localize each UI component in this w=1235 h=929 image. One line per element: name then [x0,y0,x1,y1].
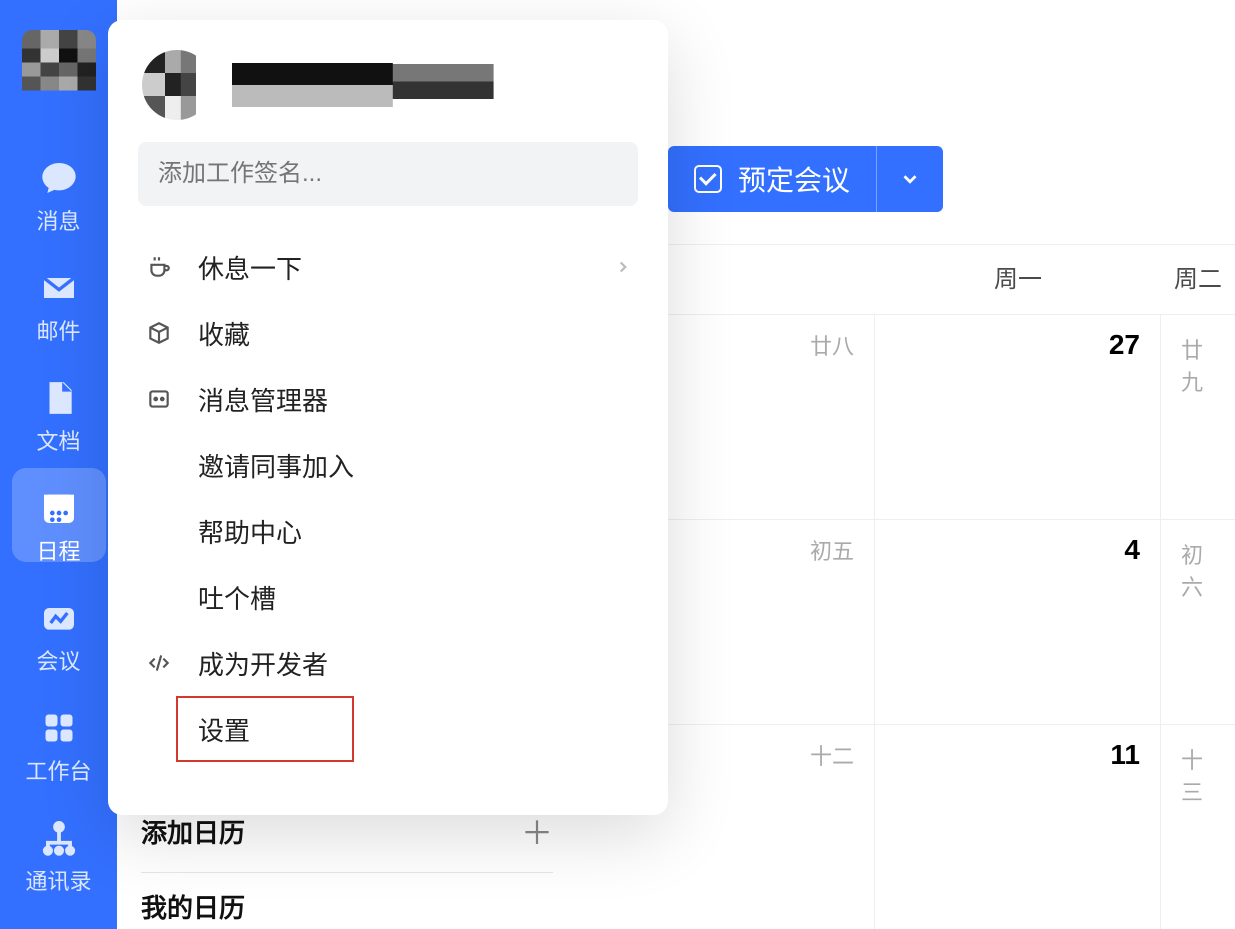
lunar-label: 十三 [1181,743,1203,929]
menu-item-feedback[interactable]: 吐个槽 [122,564,654,630]
nav-item-workbench[interactable]: 工作台 [0,694,117,804]
nav-item-calendar[interactable]: 日程 [0,474,117,584]
nav-label: 文档 [36,424,80,456]
checkbox-checked-icon [694,165,722,193]
calendar-cell[interactable]: 11 [875,725,1161,929]
menu-item-message-manager[interactable]: 消息管理器 [122,366,654,432]
nav-label: 日程 [36,534,80,566]
menu-item-help[interactable]: 帮助中心 [122,498,654,564]
calendar-icon [39,488,79,528]
box-icon [144,320,174,346]
my-calendar-row[interactable]: 我的日历 [141,888,553,925]
day-number: 4 [1124,534,1140,724]
chat-bubble-icon [39,158,79,198]
nav-rail: 消息 邮件 文档 日程 会议 工作台 通讯录 [0,0,117,929]
add-calendar-row[interactable]: 添加日历 ＋ [141,808,553,873]
calendar-cell[interactable]: 初六5 [1161,520,1235,724]
code-icon [144,650,174,676]
book-meeting-main[interactable]: 预定会议 [668,146,877,212]
envelope-icon [39,268,79,308]
menu-item-label: 设置 [198,711,250,748]
user-display-name [232,63,634,107]
book-meeting-button[interactable]: 预定会议 [668,146,943,212]
calendar-cell[interactable]: 4 [875,520,1161,724]
menu-item-label: 休息一下 [198,249,302,286]
calendar-row: 初五 4 初六5 [590,520,1235,725]
weekday-tue: 周二 [1161,245,1235,315]
lunar-label: 廿八 [810,329,854,519]
org-chart-icon [39,818,79,858]
menu-item-settings[interactable]: 设置 [176,696,354,762]
calendar-cell[interactable]: 十三12 [1161,725,1235,929]
calendar-cell[interactable]: 廿九28 [1161,315,1235,519]
user-avatar[interactable] [22,30,96,104]
chevron-down-icon [899,168,921,190]
calendar-toolbar: 预定会议 [668,146,943,212]
nav-label: 通讯录 [25,864,91,896]
menu-item-label: 吐个槽 [198,579,276,616]
nav-item-contacts[interactable]: 通讯录 [0,804,117,914]
lunar-label: 十二 [810,739,854,929]
meeting-icon [39,598,79,638]
menu-item-label: 帮助中心 [198,513,302,550]
lunar-label: 廿九 [1181,333,1203,519]
my-calendar-label: 我的日历 [141,893,245,923]
user-menu-popover: 休息一下 收藏 消息管理器 邀请同事加入 帮助中心 吐个槽 [108,20,668,815]
menu-item-label: 成为开发者 [198,645,328,682]
user-menu-list: 休息一下 收藏 消息管理器 邀请同事加入 帮助中心 吐个槽 [122,234,654,762]
book-meeting-dropdown[interactable] [877,168,943,190]
book-meeting-label: 预定会议 [738,159,850,199]
menu-item-favorites[interactable]: 收藏 [122,300,654,366]
nav-label: 会议 [36,644,80,676]
nav-item-messages[interactable]: 消息 [0,144,117,254]
menu-item-label: 邀请同事加入 [198,447,354,484]
calendar-header: 周一 周二 [590,245,1235,315]
calendar-row: 十二 11 十三12 [590,725,1235,929]
nav-item-mail[interactable]: 邮件 [0,254,117,364]
nav-item-meeting[interactable]: 会议 [0,584,117,694]
user-profile-row[interactable] [122,50,654,142]
day-number: 11 [1110,739,1140,929]
calendar-row: 廿八 27 廿九28 [590,315,1235,520]
work-signature-input[interactable] [138,142,638,206]
lunar-label: 初六 [1181,538,1203,724]
avatar-icon [142,50,212,120]
grid-icon [39,708,79,748]
nav-label: 工作台 [25,754,91,786]
cup-icon [144,254,174,280]
nav-item-docs[interactable]: 文档 [0,364,117,474]
nav-label: 消息 [36,204,80,236]
menu-item-rest[interactable]: 休息一下 [122,234,654,300]
day-number: 27 [1109,329,1140,519]
msgmgr-icon [144,386,174,412]
menu-item-label: 收藏 [198,315,250,352]
lunar-label: 初五 [810,534,854,724]
calendar-cell[interactable]: 27 [875,315,1161,519]
calendar-grid: 周一 周二 廿八 27 廿九28 初五 4 初六5 十二 11 十三12 [590,244,1235,929]
menu-item-invite[interactable]: 邀请同事加入 [122,432,654,498]
add-calendar-label: 添加日历 [141,813,245,850]
menu-item-developer[interactable]: 成为开发者 [122,630,654,696]
weekday-mon: 周一 [875,245,1161,315]
document-icon [39,378,79,418]
nav-label: 邮件 [36,314,80,346]
chevron-right-icon [614,252,632,283]
menu-item-label: 消息管理器 [198,381,328,418]
